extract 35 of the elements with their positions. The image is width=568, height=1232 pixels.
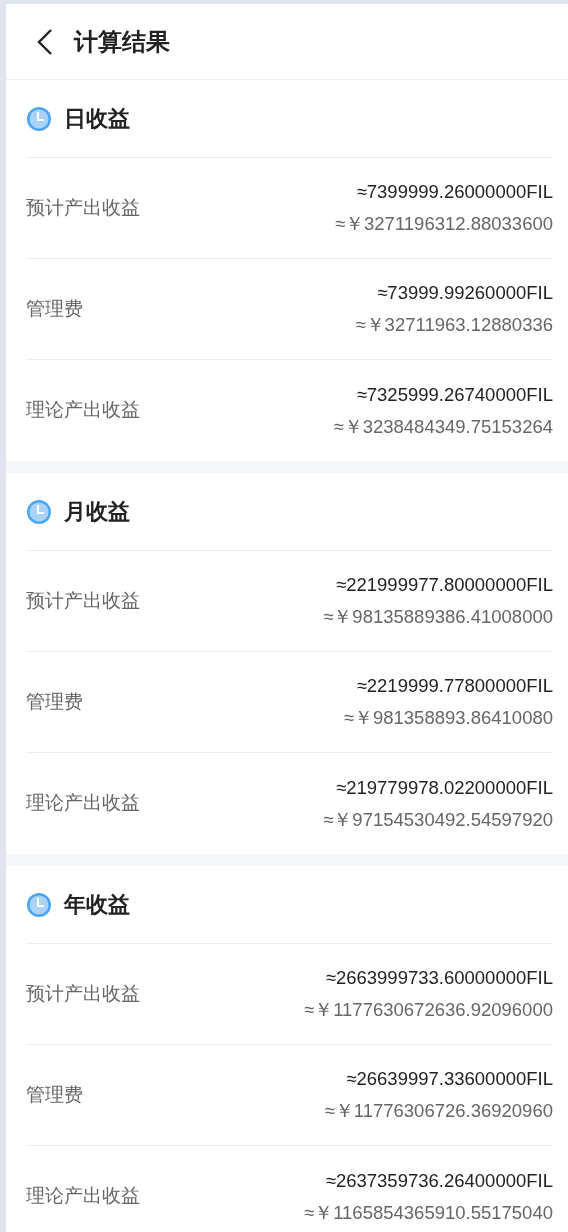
clock-icon [26,891,52,918]
row-label: 管理费 [26,689,83,714]
fil-amount: ≈219779978.02200000FIL [336,775,553,800]
cny-amount: ≈￥97154530492.54597920 [323,807,553,832]
cny-amount: ≈￥11776306726.36920960 [324,1099,553,1123]
fil-amount: ≈2219999.77800000FIL [356,674,553,698]
cny-amount: ≈￥3271196312.88033600 [334,212,553,236]
fil-amount: ≈2637359736.26400000FIL [325,1168,553,1193]
row-label: 理论产出收益 [26,398,140,423]
page-title: 计算结果 [74,26,170,57]
row-label: 管理费 [26,1082,83,1107]
row-label: 管理费 [26,296,83,321]
row-label: 理论产出收益 [26,1184,140,1209]
row-label: 理论产出收益 [26,791,140,816]
row-label: 预计产出收益 [26,195,140,220]
row-label: 预计产出收益 [26,981,140,1006]
fil-amount: ≈2663999733.60000000FIL [325,966,553,990]
cny-amount: ≈￥1165854365910.55175040 [304,1200,553,1225]
cny-amount: ≈￥32711963.12880336 [355,313,553,337]
fil-amount: ≈7325999.26740000FIL [356,382,553,407]
clock-icon [26,105,52,132]
cny-amount: ≈￥98135889386.41008000 [323,605,553,629]
section-title: 月收益 [64,498,130,526]
fil-amount: ≈7399999.26000000FIL [356,180,553,204]
cny-amount: ≈￥1177630672636.92096000 [304,998,553,1022]
cny-amount: ≈￥3238484349.75153264 [333,414,553,439]
back-icon [36,27,54,56]
fil-amount: ≈221999977.80000000FIL [336,573,553,597]
section-title: 年收益 [64,891,130,919]
fil-amount: ≈26639997.33600000FIL [346,1067,553,1091]
row-label: 预计产出收益 [26,588,140,613]
cny-amount: ≈￥981358893.86410080 [343,706,553,730]
fil-amount: ≈73999.99260000FIL [377,281,553,305]
section-title: 日收益 [64,105,130,133]
clock-icon [26,498,52,525]
